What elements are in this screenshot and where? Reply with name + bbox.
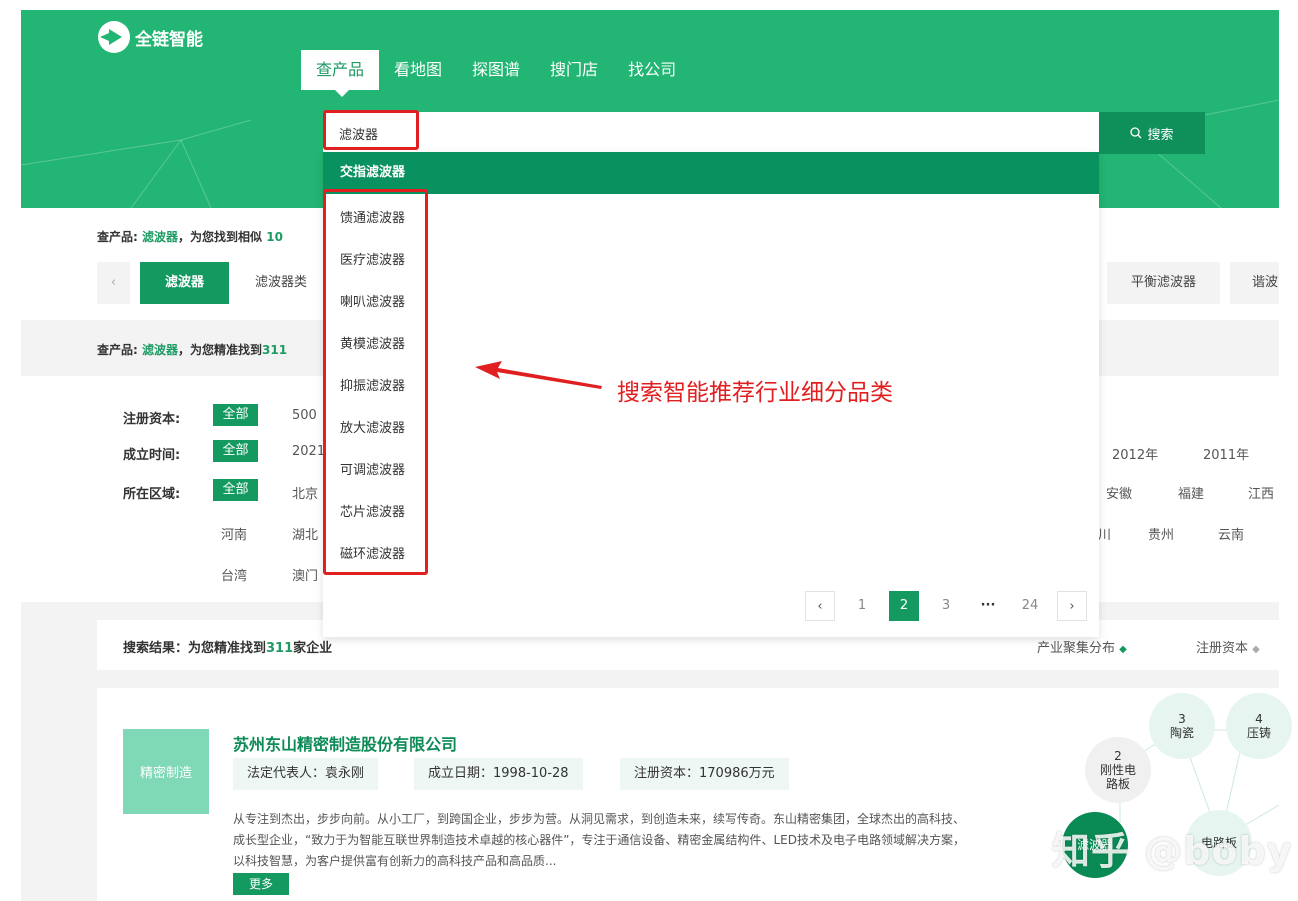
region-macau[interactable]: 澳门 — [292, 565, 318, 584]
logo-text: 全链智能 — [135, 29, 203, 50]
pagination-prev-button[interactable]: ‹ — [805, 591, 835, 621]
bubble-ceramic[interactable]: 3 陶瓷 — [1149, 693, 1215, 759]
capital-option[interactable]: 500 — [292, 408, 317, 423]
region-anhui[interactable]: 安徽 — [1106, 483, 1132, 502]
company-description: 从专注到杰出，步步向前。从小工厂，到跨国企业，步步为营。从洞见需求，到创造未来，… — [233, 812, 966, 868]
annotation-box-suggestions — [323, 189, 428, 575]
bubble-count: 2 — [1114, 749, 1122, 763]
chip-prev-button[interactable]: ‹ — [97, 262, 130, 304]
bubble-label: 刚性电路板 — [1099, 763, 1136, 791]
search-input[interactable] — [323, 112, 1099, 154]
watermark: 知乎 @boby — [1052, 829, 1293, 873]
search-button-label: 搜索 — [1147, 126, 1174, 142]
tab-map[interactable]: 看地图 — [379, 50, 457, 90]
legal-rep-pill: 法定代表人：袁永刚 — [233, 758, 379, 790]
region-hubei[interactable]: 湖北 — [292, 524, 318, 543]
chip-filter[interactable]: 滤波器 — [140, 262, 229, 304]
founded-label: 成立时间: — [123, 448, 181, 463]
tab-products[interactable]: 查产品 — [301, 50, 380, 97]
summary-text: ，为您找到相似 — [178, 230, 263, 244]
pagination-ellipsis: ··· — [980, 598, 996, 613]
region-fujian[interactable]: 福建 — [1178, 483, 1204, 502]
annotation-box-search — [323, 110, 419, 150]
bubble-label: 陶瓷 — [1169, 726, 1194, 740]
capital-label: 注册资本: — [123, 412, 181, 427]
region-sichuan[interactable]: 川 — [1098, 524, 1111, 543]
region-henan[interactable]: 河南 — [221, 524, 247, 543]
region-beijing[interactable]: 北京 — [292, 483, 318, 502]
chip-filter-type[interactable]: 滤波器类 — [238, 262, 324, 304]
region-taiwan[interactable]: 台湾 — [221, 565, 247, 584]
summary2-keyword: 滤波器 — [142, 343, 179, 357]
search-button[interactable]: 搜索 — [1099, 112, 1205, 154]
pagination-page[interactable]: 1 — [847, 591, 877, 621]
founded-date-pill: 成立日期：1998-10-28 — [414, 758, 583, 790]
sort-arrows-icon: ◆ — [1119, 644, 1127, 655]
sort-cluster-label: 产业聚集分布 — [1037, 641, 1116, 656]
region-all-button[interactable]: 全部 — [213, 479, 258, 501]
founded-option-2012[interactable]: 2012年 — [1112, 444, 1158, 463]
sort-arrows-icon: ◆ — [1252, 644, 1260, 655]
bubble-count: 4 — [1255, 712, 1263, 726]
summary-prefix: 查产品: — [97, 230, 138, 244]
pagination-page-current[interactable]: 2 — [889, 591, 919, 621]
bubble-diecast[interactable]: 4 压铸 — [1226, 693, 1292, 759]
pagination-page[interactable]: 24 — [1015, 591, 1045, 621]
region-guizhou[interactable]: 贵州 — [1148, 524, 1174, 543]
sort-capital[interactable]: 注册资本 ◆ — [1196, 637, 1260, 656]
founded-option-2011[interactable]: 2011年 — [1203, 444, 1249, 463]
summary2-text: ，为您精准找到 — [178, 343, 263, 357]
bubble-label: 压铸 — [1246, 726, 1271, 740]
chip-balance-filter[interactable]: 平衡滤波器 — [1107, 262, 1220, 304]
results-number: 311 — [266, 641, 294, 656]
bubble-count: 3 — [1178, 712, 1186, 726]
results-unit: 家企业 — [293, 641, 333, 656]
more-button[interactable]: 更多 — [233, 873, 289, 895]
region-yunnan[interactable]: 云南 — [1218, 524, 1244, 543]
capital-pill: 注册资本：170986万元 — [620, 758, 789, 790]
capital-all-button[interactable]: 全部 — [213, 404, 258, 426]
founded-option[interactable]: 2021 — [292, 444, 325, 459]
bubble-rigid-pcb[interactable]: 2 刚性电路板 — [1085, 737, 1151, 803]
summary2-count: 311 — [262, 343, 288, 357]
tab-stores[interactable]: 搜门店 — [535, 50, 613, 90]
search-icon — [1130, 127, 1142, 139]
pagination-page[interactable]: 3 — [931, 591, 961, 621]
annotation-arrow-icon — [475, 361, 602, 389]
results-count: 搜索结果：为您精准找到311家企业 — [123, 637, 332, 656]
similar-summary: 查产品: 滤波器，为您找到相似 10 — [97, 228, 283, 245]
founded-all-button[interactable]: 全部 — [213, 440, 258, 462]
logo-play-icon — [98, 21, 130, 53]
company-name-link[interactable]: 苏州东山精密制造股份有限公司 — [233, 731, 457, 755]
tab-graph[interactable]: 探图谱 — [457, 50, 535, 90]
nav-tabs: 查产品 看地图 探图谱 搜门店 找公司 — [301, 50, 691, 97]
summary2-prefix: 查产品: — [97, 343, 138, 357]
industry-tag: 精密制造 — [123, 729, 209, 814]
pagination-next-button[interactable]: › — [1057, 591, 1087, 621]
region-jiangxi[interactable]: 江西 — [1248, 483, 1274, 502]
chip-harmonic[interactable]: 谐波 — [1230, 262, 1279, 304]
region-label: 所在区域: — [123, 487, 181, 502]
suggestion-item-highlighted[interactable]: 交指滤波器 — [323, 152, 1099, 194]
sort-capital-label: 注册资本 — [1196, 641, 1249, 656]
summary-keyword: 滤波器 — [142, 230, 179, 244]
results-text: 搜索结果：为您精准找到 — [123, 641, 267, 656]
logo[interactable]: 全链智能 — [97, 20, 203, 54]
summary-count: 10 — [266, 230, 283, 244]
tab-companies[interactable]: 找公司 — [613, 50, 691, 90]
precise-summary: 查产品: 滤波器，为您精准找到311 — [97, 341, 287, 358]
annotation-text: 搜索智能推荐行业细分品类 — [617, 380, 893, 406]
sort-cluster[interactable]: 产业聚集分布 ◆ — [1037, 637, 1127, 656]
